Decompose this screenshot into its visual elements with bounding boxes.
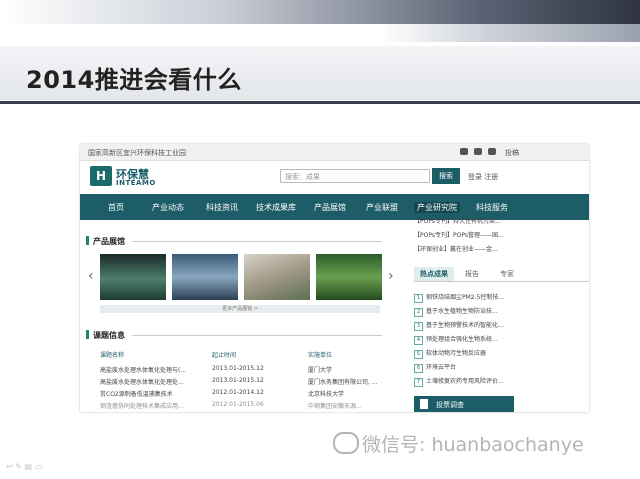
product-photo[interactable] [100,254,166,300]
topics-cell: 中钢集团安徽天源... [308,403,362,410]
side-news-item[interactable]: 【POPs专刊】持久性有机污染... [414,216,501,225]
nav-item-tech-results[interactable]: 技术成果库 [256,202,296,213]
nav-item-alliance[interactable]: 产业联盟 [366,202,398,213]
side-hot-item[interactable]: 4 预处理组合强化生物系统... [414,334,498,345]
products-heading: 产品展馆 [93,237,125,246]
slide-nav-icons[interactable]: ↩ ✎ ▤ ▭ [6,462,42,471]
main-nav: 首页 产业动态 科技资讯 技术成果库 产品展馆 产业联盟 产业研究院 科技服务 [80,194,589,220]
topics-col-name: 课题名称 [100,352,125,359]
website-screenshot: 国家高新区宜兴环保科技工业园 投稿 H 环保慧 INTEAMO 搜索：成果 搜索… [80,144,589,412]
more-products-link[interactable]: 更多产品展馆 > [100,305,380,313]
topics-cell: 2012.01-2015.06 [212,401,264,408]
side-news-item[interactable]: 【POPs专刊】POPs管理——国... [414,230,504,239]
section-divider [132,335,382,336]
search-button[interactable]: 搜索 [432,168,460,184]
slide-header-band [0,0,640,24]
side-hot-item[interactable]: 2 基于水生植物生物防治技... [414,306,498,317]
carousel-next-icon[interactable]: › [388,268,394,284]
side-hot-item[interactable]: 3 基于生物预警技术的智能化... [414,320,504,331]
side-hot-item[interactable]: 6 环境云平台 [414,362,456,373]
wechat-watermark: 微信号: huanbaochanye [362,434,584,456]
topics-cell: 厦门水务集团有限公司, ... [308,379,378,386]
product-photo[interactable] [172,254,238,300]
submit-link[interactable]: 投稿 [505,148,519,158]
qq-icon[interactable] [488,148,496,155]
topics-heading: 课题信息 [93,331,125,340]
wechat-watermark-icon [333,432,359,454]
poll-button[interactable]: 投票调查 [414,396,514,412]
search-input[interactable]: 搜索：成果 [280,169,430,183]
topics-col-org: 实施单位 [308,352,333,359]
tab-reports[interactable]: 报告 [454,267,490,281]
section-marker [86,236,89,245]
side-hot-item[interactable]: 7 土壤修复农药专用风险评价... [414,376,504,387]
weibo-icon[interactable] [474,148,482,155]
section-divider [132,241,382,242]
tab-hot-results[interactable]: 热点成果 [414,267,454,281]
side-hot-item[interactable]: 5 软体动物污生物反应器 [414,348,486,359]
site-logo-icon[interactable]: H [90,166,112,186]
poll-label: 投票调查 [436,401,464,409]
site-topbar-text: 国家高新区宜兴环保科技工业园 [88,149,186,157]
slide-title-rule [0,101,640,104]
side-news-item[interactable]: 【环保创业】赢在创业——金... [414,244,498,253]
carousel-prev-icon[interactable]: ‹ [88,268,94,284]
side-hot-item[interactable]: 1 钢铁烧结烟尘PM2.5控制技... [414,292,504,303]
nav-item-home[interactable]: 首页 [108,202,124,213]
section-marker [86,330,89,339]
topics-cell[interactable]: 高盐废水处理水体氧化处理处... [100,377,184,386]
site-logo-en[interactable]: INTEAMO [116,179,156,187]
login-register-link[interactable]: 登录 注册 [468,172,498,182]
topics-col-period: 起止时间 [212,352,237,359]
topics-cell: 北京科技大学 [308,391,345,398]
slide-accent-strip [380,24,640,42]
topics-cell[interactable]: 钢渣基协同处理技术集成应用... [100,401,184,410]
site-topbar: 国家高新区宜兴环保科技工业园 投稿 [80,144,589,161]
product-photo[interactable] [316,254,382,300]
slide-title: 2014推进会看什么 [26,66,242,94]
tab-experts[interactable]: 专家 [490,267,524,281]
wechat-icon[interactable] [460,148,468,155]
flag-icon [420,399,428,409]
product-photo[interactable] [244,254,310,300]
nav-item-institute[interactable]: 产业研究院 [414,202,460,213]
topics-cell: 2013.01-2015.12 [212,377,264,384]
topics-cell: 厦门大学 [308,367,333,374]
nav-item-tech-services[interactable]: 科技服务 [476,202,508,213]
topics-cell: 2012.01-2014.12 [212,389,264,396]
topics-cell: 2013.01-2015.12 [212,365,264,372]
nav-item-product-hall[interactable]: 产品展馆 [314,202,346,213]
topics-cell[interactable]: 贫CO2源制备低温捕集技术 [100,389,173,398]
nav-item-tech-news[interactable]: 科技资讯 [206,202,238,213]
topics-cell[interactable]: 高盐废水处理水体氧化处理与(... [100,365,186,374]
nav-item-industry-news[interactable]: 产业动态 [152,202,184,213]
